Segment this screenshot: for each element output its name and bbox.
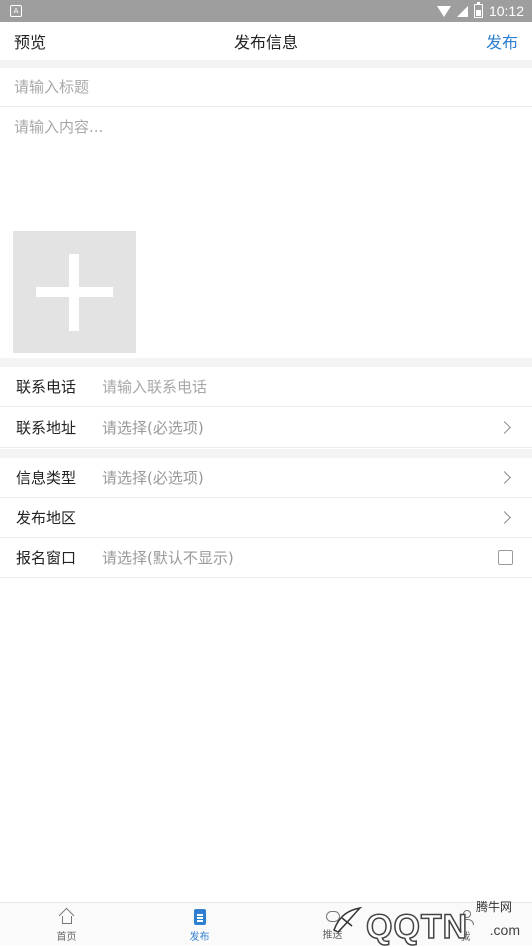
- contact-address-row[interactable]: 联系地址 请选择(必选项): [0, 408, 532, 448]
- info-type-row[interactable]: 信息类型 请选择(必选项): [0, 458, 532, 498]
- chevron-right-icon: [498, 421, 511, 434]
- contact-phone-input[interactable]: [102, 377, 532, 396]
- section-divider: [0, 358, 532, 367]
- row-value: 请选择(默认不显示): [102, 549, 234, 567]
- signal-icon: [456, 5, 468, 17]
- battery-icon: [473, 2, 483, 18]
- title-input[interactable]: [0, 68, 532, 107]
- row-label: 发布地区: [16, 509, 77, 527]
- row-value: 请选择(必选项): [102, 419, 204, 437]
- section-divider: [0, 449, 532, 458]
- status-time: 10:12: [488, 3, 524, 19]
- tab-label: 发布: [189, 932, 210, 943]
- row-value: 请选择(必选项): [102, 469, 204, 487]
- tab-label: 首页: [56, 932, 77, 943]
- row-label: 报名窗口: [16, 549, 77, 567]
- row-label: 信息类型: [16, 469, 77, 487]
- notification-icon: A: [10, 5, 22, 17]
- document-icon: [193, 909, 206, 925]
- top-navbar: 预览 发布信息 发布: [0, 22, 532, 60]
- push-icon: [324, 909, 342, 923]
- preview-button[interactable]: 预览: [14, 29, 46, 53]
- chevron-right-icon: [498, 511, 511, 524]
- section-divider: [0, 60, 532, 68]
- content-input[interactable]: [0, 108, 532, 226]
- bottom-tab-bar: 首页 发布 推送 我: [0, 902, 532, 945]
- home-icon: [58, 907, 75, 925]
- wifi-icon: [436, 5, 451, 17]
- row-label: 联系电话: [16, 378, 77, 396]
- tab-me[interactable]: 我: [399, 903, 532, 945]
- contact-phone-row[interactable]: 联系电话: [0, 367, 532, 407]
- add-image-button[interactable]: [13, 231, 136, 353]
- chevron-right-icon: [498, 471, 511, 484]
- tab-publish[interactable]: 发布: [133, 903, 266, 945]
- publish-button[interactable]: 发布: [486, 29, 518, 53]
- page-title: 发布信息: [233, 33, 298, 52]
- status-bar: A 10:12: [0, 0, 532, 22]
- row-label: 联系地址: [16, 419, 77, 437]
- tab-label: 我: [460, 932, 471, 943]
- tab-label: 推送: [322, 930, 343, 941]
- tab-home[interactable]: 首页: [0, 903, 133, 945]
- profile-icon: [458, 909, 474, 925]
- publish-region-row[interactable]: 发布地区: [0, 498, 532, 538]
- checkbox-icon[interactable]: [498, 550, 513, 565]
- tab-push[interactable]: 推送: [266, 903, 399, 945]
- signup-window-row[interactable]: 报名窗口 请选择(默认不显示): [0, 538, 532, 578]
